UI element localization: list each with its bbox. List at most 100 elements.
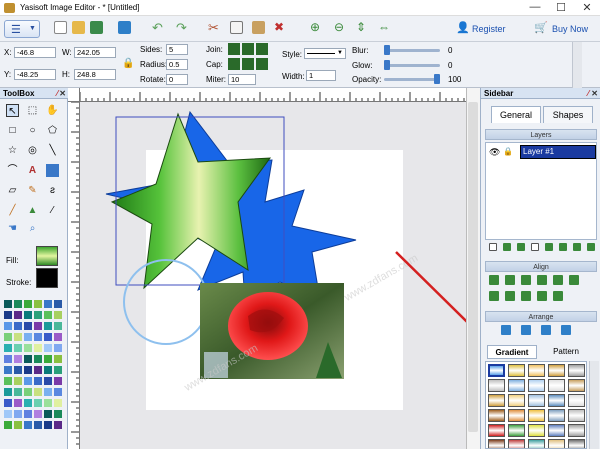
freehand-tool-icon[interactable]: ƨ [46,184,59,197]
color-swatch[interactable] [4,344,12,352]
move-layer-up-icon[interactable] [517,243,525,251]
cut-icon[interactable]: ✂ [208,20,219,36]
w-field[interactable]: 242.05 [74,47,116,58]
undo-icon[interactable]: ↶ [152,20,163,36]
node-edit-tool-icon[interactable]: ⬚ [26,104,39,117]
pan-tool-icon[interactable]: ✋ [46,104,59,117]
color-swatch[interactable] [14,344,22,352]
join-bevel-button[interactable] [256,43,268,55]
color-swatch[interactable] [4,300,12,308]
color-swatch[interactable] [44,311,52,319]
close-icon[interactable]: ✕ [591,88,598,99]
new-file-icon[interactable] [54,21,67,34]
sides-field[interactable]: 5 [166,44,188,55]
gradient-swatch[interactable] [568,409,585,422]
miter-field[interactable]: 10 [228,74,256,85]
gradient-swatch[interactable] [508,394,525,407]
color-swatch[interactable] [4,377,12,385]
width-field[interactable]: 1 [306,70,336,81]
color-swatch[interactable] [14,399,22,407]
spiral-tool-icon[interactable]: ◎ [26,144,39,157]
color-swatch[interactable] [54,311,62,319]
bezier-tool-icon[interactable]: ⌒ [6,164,19,177]
gradient-swatch[interactable] [548,424,565,437]
color-swatch[interactable] [24,366,32,374]
gradient-swatch[interactable] [488,364,505,377]
color-swatch[interactable] [44,355,52,363]
delete-layer-icon[interactable] [587,243,595,251]
gradient-scrollbar[interactable] [589,361,599,449]
fill-color-swatch[interactable] [36,246,58,266]
distribute-v-icon[interactable] [505,291,515,301]
eye-icon[interactable]: 👁 [489,147,500,158]
flip-horizontal-icon[interactable]: ⇔ [378,20,390,34]
color-swatch[interactable] [24,421,32,429]
color-swatch[interactable] [24,377,32,385]
cap-round-button[interactable] [242,58,254,70]
color-swatch[interactable] [14,333,22,341]
tab-pattern[interactable]: Pattern [541,345,591,359]
merge-layer-icon[interactable] [573,243,581,251]
gradient-swatch[interactable] [488,394,505,407]
color-swatch[interactable] [54,399,62,407]
gradient-swatch[interactable] [508,379,525,392]
bring-to-front-icon[interactable] [501,325,511,335]
color-swatch[interactable] [44,333,52,341]
line-style-select[interactable]: ▼ [304,48,346,59]
same-height-icon[interactable] [537,291,547,301]
gradient-swatch[interactable] [548,379,565,392]
zoom-out-icon[interactable]: ⊖ [334,20,344,34]
gradient-swatch[interactable] [528,379,545,392]
redo-icon[interactable]: ↷ [176,20,187,36]
gradient-swatch[interactable] [568,364,585,377]
color-swatch[interactable] [54,322,62,330]
gradient-swatch[interactable] [488,409,505,422]
gradient-swatch[interactable] [568,439,585,448]
layer-item[interactable]: Layer #1 [520,145,596,159]
tab-gradient[interactable]: Gradient [487,345,537,359]
align-center-icon[interactable] [505,275,515,285]
gradient-swatch[interactable] [528,424,545,437]
hand-tool-icon[interactable]: ☚ [6,222,19,235]
line-tool-icon[interactable]: ╲ [46,144,59,157]
glow-slider-knob[interactable] [384,60,390,70]
rotate-field[interactable]: 0 [166,74,188,85]
save-icon[interactable] [90,21,103,34]
color-swatch[interactable] [34,355,42,363]
color-swatch[interactable] [14,388,22,396]
color-swatch[interactable] [24,300,32,308]
eraser-tool-icon[interactable]: ▱ [6,184,19,197]
align-middle-icon[interactable] [553,275,563,285]
pencil-tool-icon[interactable]: ✎ [26,184,39,197]
open-folder-icon[interactable] [72,21,85,34]
cap-square-button[interactable] [256,58,268,70]
blur-slider[interactable] [384,49,440,52]
glow-slider[interactable] [384,64,440,67]
align-bottom-icon[interactable] [569,275,579,285]
send-backward-icon[interactable] [541,325,551,335]
align-right-icon[interactable] [521,275,531,285]
register-link[interactable]: Register [472,24,506,34]
color-swatch[interactable] [14,421,22,429]
zoom-tool-icon[interactable]: ⌕ [26,222,39,235]
move-layer-bottom-icon[interactable] [559,243,567,251]
color-swatch[interactable] [24,388,32,396]
gradient-swatch[interactable] [528,394,545,407]
opacity-slider[interactable] [384,78,440,81]
color-swatch[interactable] [4,311,12,319]
paste-icon[interactable] [252,21,265,34]
color-swatch[interactable] [14,300,22,308]
gradient-swatch[interactable] [528,409,545,422]
stroke-color-swatch[interactable] [36,268,58,288]
move-layer-top-icon[interactable] [503,243,511,251]
pin-icon[interactable]: ⁄ [588,88,589,99]
gradient-swatch[interactable] [508,409,525,422]
color-swatch[interactable] [14,366,22,374]
color-swatch[interactable] [54,421,62,429]
tab-general[interactable]: General [491,106,541,123]
gradient-swatch[interactable] [508,424,525,437]
color-swatch[interactable] [14,355,22,363]
color-swatch[interactable] [34,366,42,374]
distribute-h-icon[interactable] [489,291,499,301]
flip-vertical-icon[interactable]: ⇕ [356,20,366,34]
